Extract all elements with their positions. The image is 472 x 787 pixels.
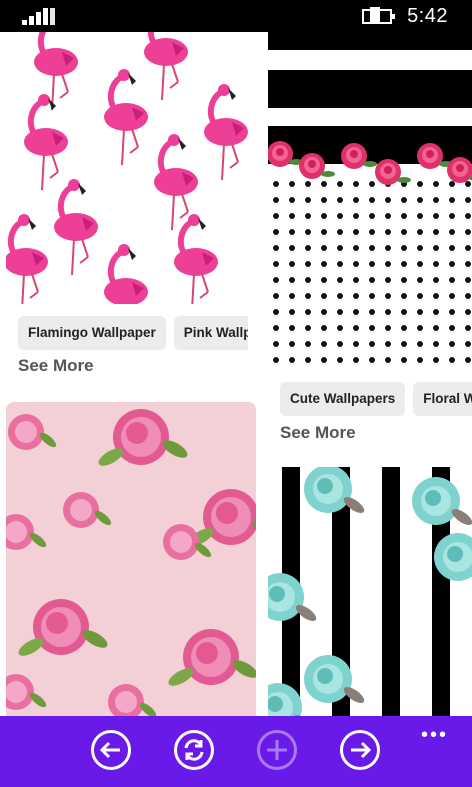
app-bar: •••: [0, 716, 472, 787]
see-more-link[interactable]: See More: [280, 423, 356, 443]
wallpaper-tile-stripes[interactable]: [268, 32, 472, 372]
signal-bars-icon: [22, 7, 56, 25]
wallpaper-feed[interactable]: Flamingo Wallpaper Pink Wallp See More C…: [0, 32, 472, 716]
tag-chip[interactable]: Floral W: [413, 382, 472, 416]
status-bar: 5:42: [0, 0, 472, 32]
forward-arrow-icon: [351, 741, 372, 759]
refresh-icon: [184, 739, 204, 761]
forward-button[interactable]: [340, 730, 380, 770]
status-time: 5:42: [407, 5, 448, 27]
pink-peony-pattern-image: [6, 409, 256, 716]
wallpaper-tile-teal-roses[interactable]: [268, 467, 472, 716]
feed-column-left: Flamingo Wallpaper Pink Wallp See More: [6, 32, 268, 716]
stripes-roses-polka-image: [268, 32, 472, 372]
tag-chips-left: Flamingo Wallpaper Pink Wallp: [18, 316, 248, 350]
wallpaper-tile-peony[interactable]: [6, 402, 256, 716]
add-button[interactable]: [257, 730, 297, 770]
back-button[interactable]: [91, 730, 131, 770]
tag-chips-right: Cute Wallpapers Floral W: [280, 382, 472, 416]
tag-chip[interactable]: Flamingo Wallpaper: [18, 316, 166, 350]
refresh-button[interactable]: [174, 730, 214, 770]
tag-chip[interactable]: Pink Wallp: [173, 316, 248, 350]
battery-charging-icon: [362, 7, 395, 24]
feed-column-right: Cute Wallpapers Floral W See More: [268, 32, 472, 716]
flamingo-pattern-image: [6, 32, 268, 304]
teal-roses-stripes-image: [268, 467, 472, 716]
back-arrow-icon: [99, 741, 120, 759]
wallpaper-tile-flamingo[interactable]: [6, 32, 268, 304]
add-icon: [267, 740, 287, 760]
more-options-button[interactable]: •••: [421, 724, 448, 747]
see-more-link[interactable]: See More: [18, 356, 94, 376]
tag-chip[interactable]: Cute Wallpapers: [280, 382, 406, 416]
